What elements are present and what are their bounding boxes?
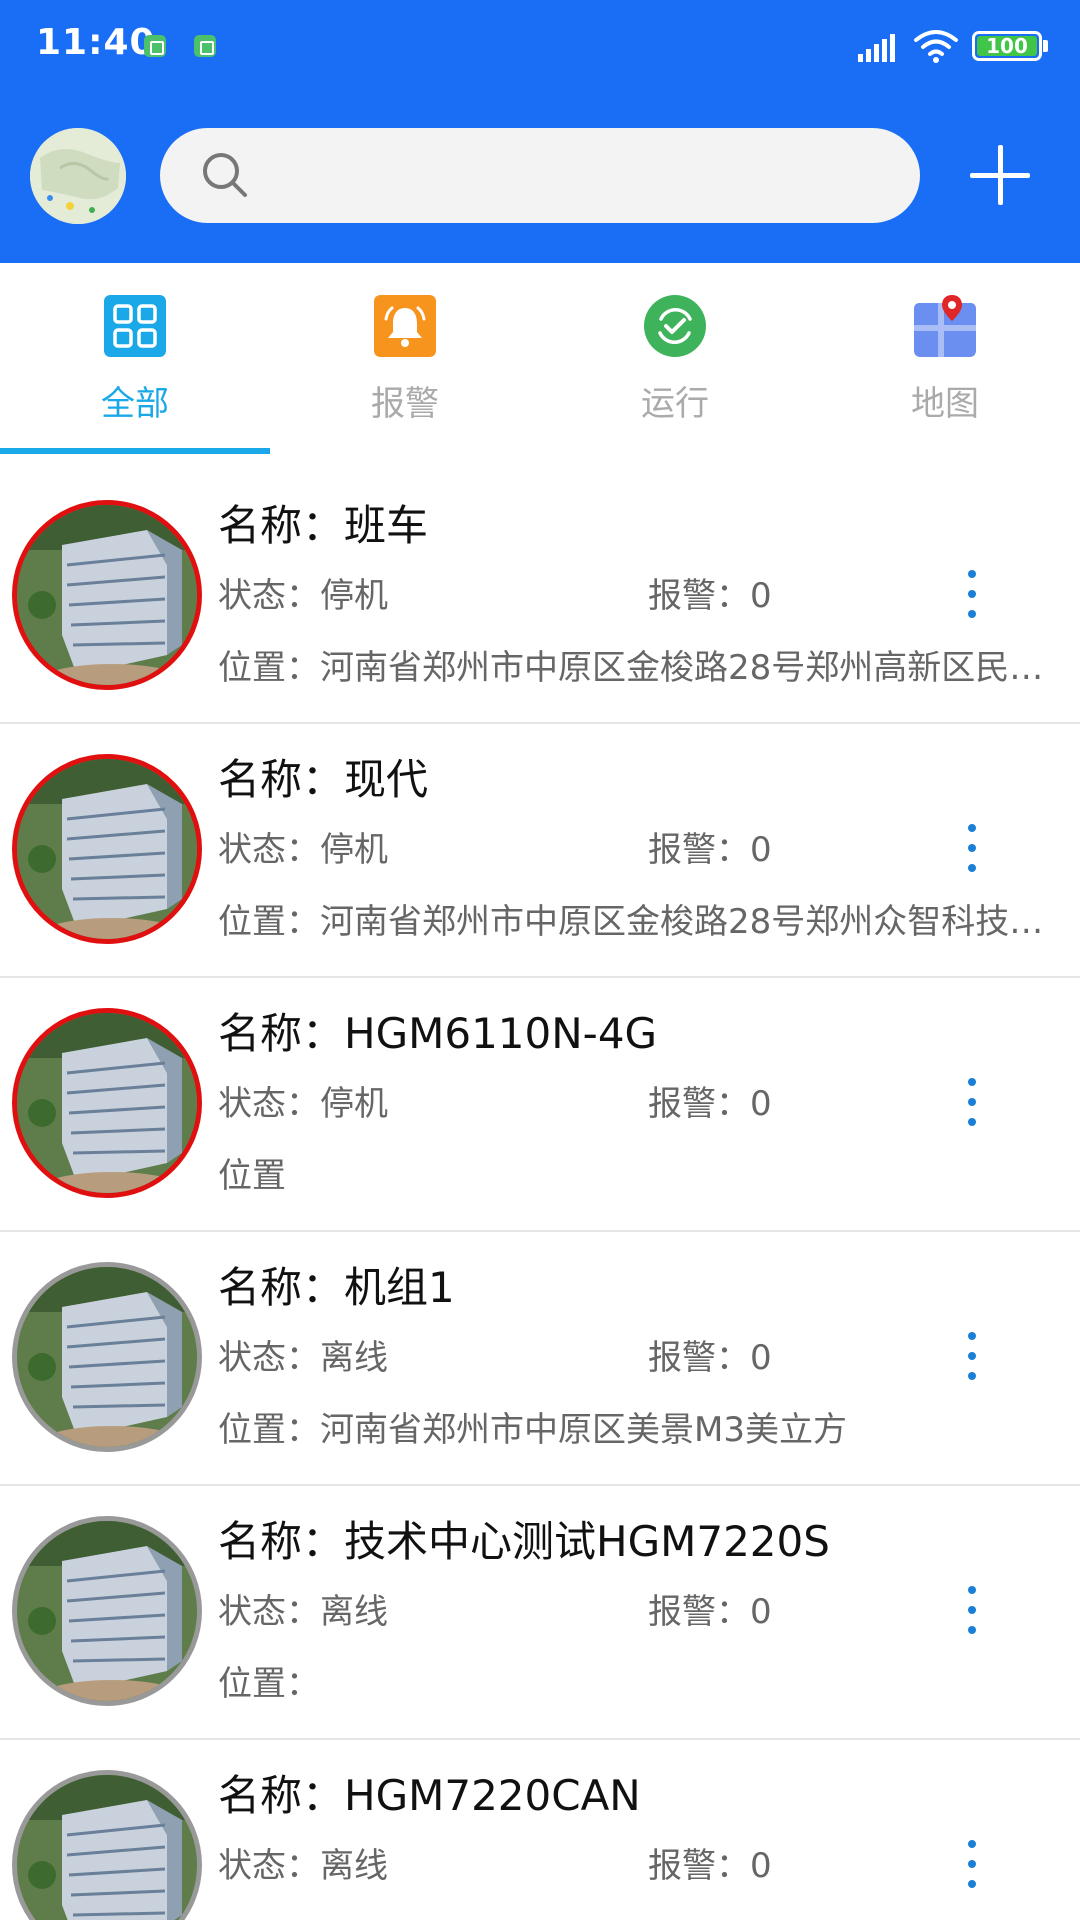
device-thumbnail[interactable] [12, 1770, 202, 1920]
notification-icon [194, 35, 216, 57]
tab-label: 地图 [911, 384, 979, 424]
device-status: 状态：停机 [218, 576, 388, 616]
tab-alarm[interactable]: 报警 [270, 263, 540, 453]
device-status: 状态：停机 [218, 830, 388, 870]
grid-icon [104, 295, 166, 357]
device-thumbnail[interactable] [12, 1262, 202, 1452]
building-image-icon [17, 1013, 197, 1193]
more-options-icon[interactable] [962, 1840, 982, 1890]
search-input[interactable] [160, 128, 920, 223]
status-time: 11:40 [36, 22, 156, 63]
device-status: 状态：离线 [218, 1338, 388, 1378]
device-alarm-count: 报警：0 [648, 576, 772, 616]
building-image-icon [17, 1521, 197, 1701]
list-item[interactable]: 名称：现代状态：停机 报警：0 位置：河南省郑州市中原区金梭路28号郑州众智科技… [0, 724, 1080, 978]
device-name: 名称：HGM7220CAN [218, 1771, 641, 1820]
device-name: 名称：现代 [218, 755, 429, 804]
more-options-icon[interactable] [962, 824, 982, 874]
more-options-icon[interactable] [962, 1586, 982, 1636]
notification-icon [144, 35, 166, 57]
device-name: 名称：班车 [218, 501, 429, 550]
battery-tip [1043, 40, 1048, 52]
tab-label: 全部 [101, 384, 169, 424]
tab-map[interactable]: 地图 [810, 263, 1080, 453]
tab-bar: 全部 报警 运行 地图 [0, 263, 1080, 454]
battery-icon: 100 [972, 31, 1042, 61]
add-device-button[interactable] [970, 145, 1030, 205]
bell-icon [374, 295, 436, 357]
more-options-icon[interactable] [962, 1332, 982, 1382]
list-item[interactable]: 名称：技术中心测试HGM7220S 状态：离线 报警：0 位置： [0, 1486, 1080, 1740]
device-thumbnail[interactable] [12, 754, 202, 944]
map-thumbnail-icon [30, 128, 126, 224]
search-icon [203, 153, 247, 197]
device-thumbnail[interactable] [12, 1008, 202, 1198]
tab-label: 报警 [371, 384, 439, 424]
device-alarm-count: 报警：0 [648, 830, 772, 870]
device-location: 位置：河南省郑州市中原区金梭路28号郑州高新区民… [218, 648, 1044, 688]
map-pin-icon [914, 295, 976, 357]
device-alarm-count: 报警：0 [648, 1592, 772, 1632]
status-bar: 11:40 100 [0, 0, 1080, 95]
device-status: 状态：离线 [218, 1846, 388, 1886]
avatar[interactable] [30, 128, 126, 224]
device-status: 状态：停机 [218, 1084, 388, 1124]
device-location: 位置：金梭路28号金智科技有限公司 [218, 1910, 1078, 1920]
tab-all[interactable]: 全部 [0, 263, 270, 454]
device-alarm-count: 报警：0 [648, 1084, 772, 1124]
device-alarm-count: 报警：0 [648, 1338, 772, 1378]
device-name: 名称：技术中心测试HGM7220S [218, 1517, 830, 1566]
device-thumbnail[interactable] [12, 500, 202, 690]
list-item[interactable]: 名称：HGM7220CAN 状态：离线 报警：0 位置：金梭路28号金智科技有限公司 [0, 1740, 1080, 1920]
top-bar: 11:40 100 [0, 0, 1080, 263]
running-check-icon [644, 295, 706, 357]
device-name: 名称：机组1 [218, 1263, 455, 1312]
list-item[interactable]: 名称：班车状态：停机 报警：0 位置：河南省郑州市中原区金梭路28号郑州高新区民… [0, 470, 1080, 724]
device-status: 状态：离线 [218, 1592, 388, 1632]
tab-label: 运行 [641, 384, 709, 424]
device-name: 名称：HGM6110N-4G [218, 1009, 658, 1058]
device-location: 位置： [218, 1664, 320, 1704]
device-location: 位置：河南省郑州市中原区金梭路28号郑州众智科技… [218, 902, 1044, 942]
device-thumbnail[interactable] [12, 1516, 202, 1706]
device-location: 位置：河南省郑州市中原区美景M3美立方 [218, 1410, 847, 1450]
active-tab-indicator [0, 448, 270, 454]
building-image-icon [17, 759, 197, 939]
tab-running[interactable]: 运行 [540, 263, 810, 453]
battery-level: 100 [977, 36, 1037, 56]
list-item[interactable]: 名称：HGM6110N-4G 状态：停机 报警：0 位置 [0, 978, 1080, 1232]
wifi-icon [914, 30, 958, 63]
building-image-icon [17, 505, 197, 685]
signal-icon [858, 32, 902, 62]
list-item[interactable]: 名称：机组1 状态：离线 报警：0 位置：河南省郑州市中原区美景M3美立方 [0, 1232, 1080, 1486]
more-options-icon[interactable] [962, 1078, 982, 1128]
building-image-icon [17, 1267, 197, 1447]
device-location: 位置 [218, 1156, 286, 1196]
device-alarm-count: 报警：0 [648, 1846, 772, 1886]
building-image-icon [17, 1775, 197, 1920]
more-options-icon[interactable] [962, 570, 982, 620]
